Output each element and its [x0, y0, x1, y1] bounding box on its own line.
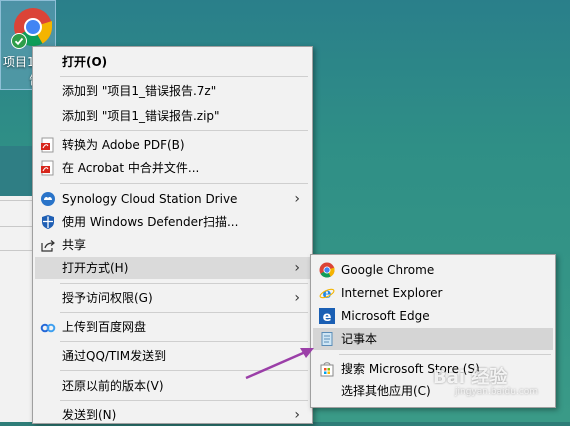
chevron-right-icon: ›: [294, 260, 300, 276]
menu-item-defender-scan[interactable]: 使用 Windows Defender扫描...: [35, 211, 310, 233]
submenu-item-label: Internet Explorer: [341, 286, 443, 300]
baidu-netdisk-icon: [40, 323, 56, 333]
menu-item-label: 还原以前的版本(V): [62, 379, 164, 393]
submenu-item-ie[interactable]: e Internet Explorer: [313, 282, 553, 304]
ie-icon: e: [319, 286, 335, 301]
menu-item-label: 打开方式(H): [62, 261, 129, 275]
submenu-item-chrome[interactable]: Google Chrome: [313, 259, 553, 281]
menu-item-share[interactable]: 共享: [35, 234, 310, 256]
share-icon: [41, 240, 55, 252]
menu-item-label: 添加到 "项目1_错误报告.zip": [62, 109, 220, 123]
menu-separator: [60, 283, 308, 284]
menu-item-label: 共享: [62, 238, 87, 252]
submenu-separator: [339, 354, 551, 355]
menu-item-label: 使用 Windows Defender扫描...: [62, 215, 239, 229]
submenu-item-label: 选择其他应用(C): [341, 384, 431, 398]
menu-item-open[interactable]: 打开(O): [35, 51, 310, 73]
menu-separator: [60, 130, 308, 131]
svg-text:e: e: [323, 310, 332, 324]
menu-item-label: 添加到 "项目1_错误报告.7z": [62, 84, 217, 98]
svg-text:e: e: [323, 286, 332, 301]
defender-shield-icon: [42, 215, 54, 229]
menu-item-label: 授予访问权限(G): [62, 291, 153, 305]
submenu-item-label: Microsoft Edge: [341, 309, 430, 323]
adobe-pdf-icon: [41, 160, 54, 176]
menu-item-grant-access[interactable]: 授予访问权限(G) ›: [35, 287, 310, 309]
menu-item-open-with[interactable]: 打开方式(H) ›: [35, 257, 310, 279]
menu-item-label: 上传到百度网盘: [62, 320, 147, 334]
menu-item-send-to[interactable]: 发送到(N) ›: [35, 404, 310, 426]
menu-separator: [60, 400, 308, 401]
adobe-pdf-icon: [41, 137, 54, 153]
submenu-item-label: Google Chrome: [341, 263, 435, 277]
annotation-arrow-icon: [245, 348, 314, 380]
synology-icon: [41, 192, 55, 206]
chevron-right-icon: ›: [294, 407, 300, 423]
menu-separator: [60, 183, 308, 184]
menu-item-convert-pdf[interactable]: 转换为 Adobe PDF(B): [35, 134, 310, 156]
menu-item-label: 发送到(N): [62, 408, 117, 422]
menu-separator: [60, 76, 308, 77]
menu-separator: [60, 312, 308, 313]
chevron-right-icon: ›: [294, 191, 300, 207]
menu-item-add-7z[interactable]: 添加到 "项目1_错误报告.7z": [35, 80, 310, 102]
menu-item-label: 转换为 Adobe PDF(B): [62, 138, 185, 152]
chevron-right-icon: ›: [294, 290, 300, 306]
baidu-watermark: Bai 经验 jingyan.baidu.com: [433, 363, 538, 397]
submenu-item-label: 记事本: [341, 332, 378, 346]
watermark-text: Bai 经验: [433, 367, 508, 388]
menu-item-label: 在 Acrobat 中合并文件...: [62, 161, 200, 175]
menu-item-add-zip[interactable]: 添加到 "项目1_错误报告.zip": [35, 105, 310, 127]
menu-item-synology[interactable]: Synology Cloud Station Drive ›: [35, 188, 310, 210]
edge-icon: e: [319, 308, 335, 324]
chrome-icon: [319, 262, 335, 278]
submenu-item-notepad[interactable]: 记事本: [313, 328, 553, 350]
menu-item-label: 通过QQ/TIM发送到: [62, 349, 167, 363]
menu-item-label: Synology Cloud Station Drive: [62, 192, 238, 206]
sync-check-icon: [11, 33, 27, 49]
menu-item-label: 打开(O): [62, 55, 108, 69]
submenu-item-edge[interactable]: e Microsoft Edge: [313, 305, 553, 327]
watermark-subtext: jingyan.baidu.com: [455, 387, 539, 397]
menu-item-acrobat-merge[interactable]: 在 Acrobat 中合并文件...: [35, 157, 310, 179]
